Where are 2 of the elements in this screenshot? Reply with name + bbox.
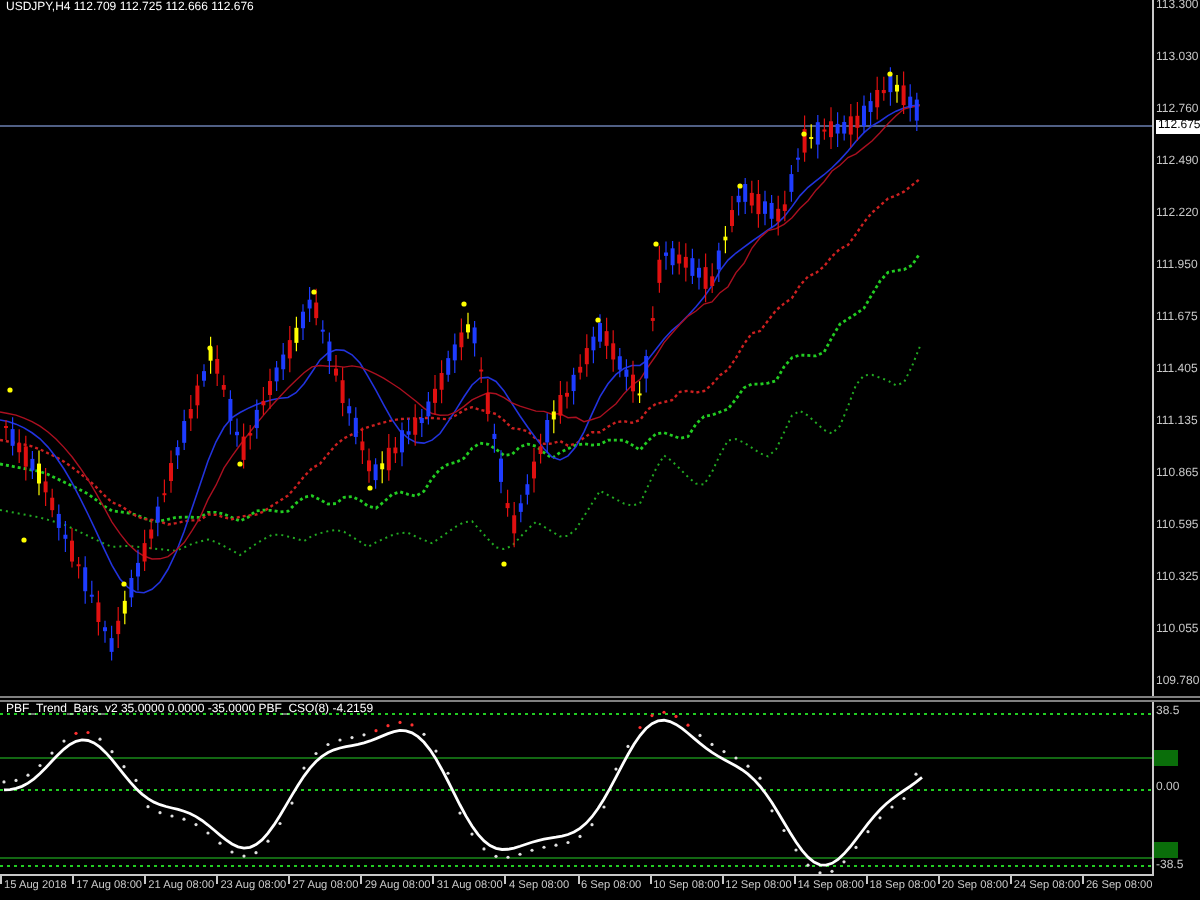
level-marker bbox=[1154, 750, 1178, 766]
level-marker bbox=[1154, 842, 1178, 858]
